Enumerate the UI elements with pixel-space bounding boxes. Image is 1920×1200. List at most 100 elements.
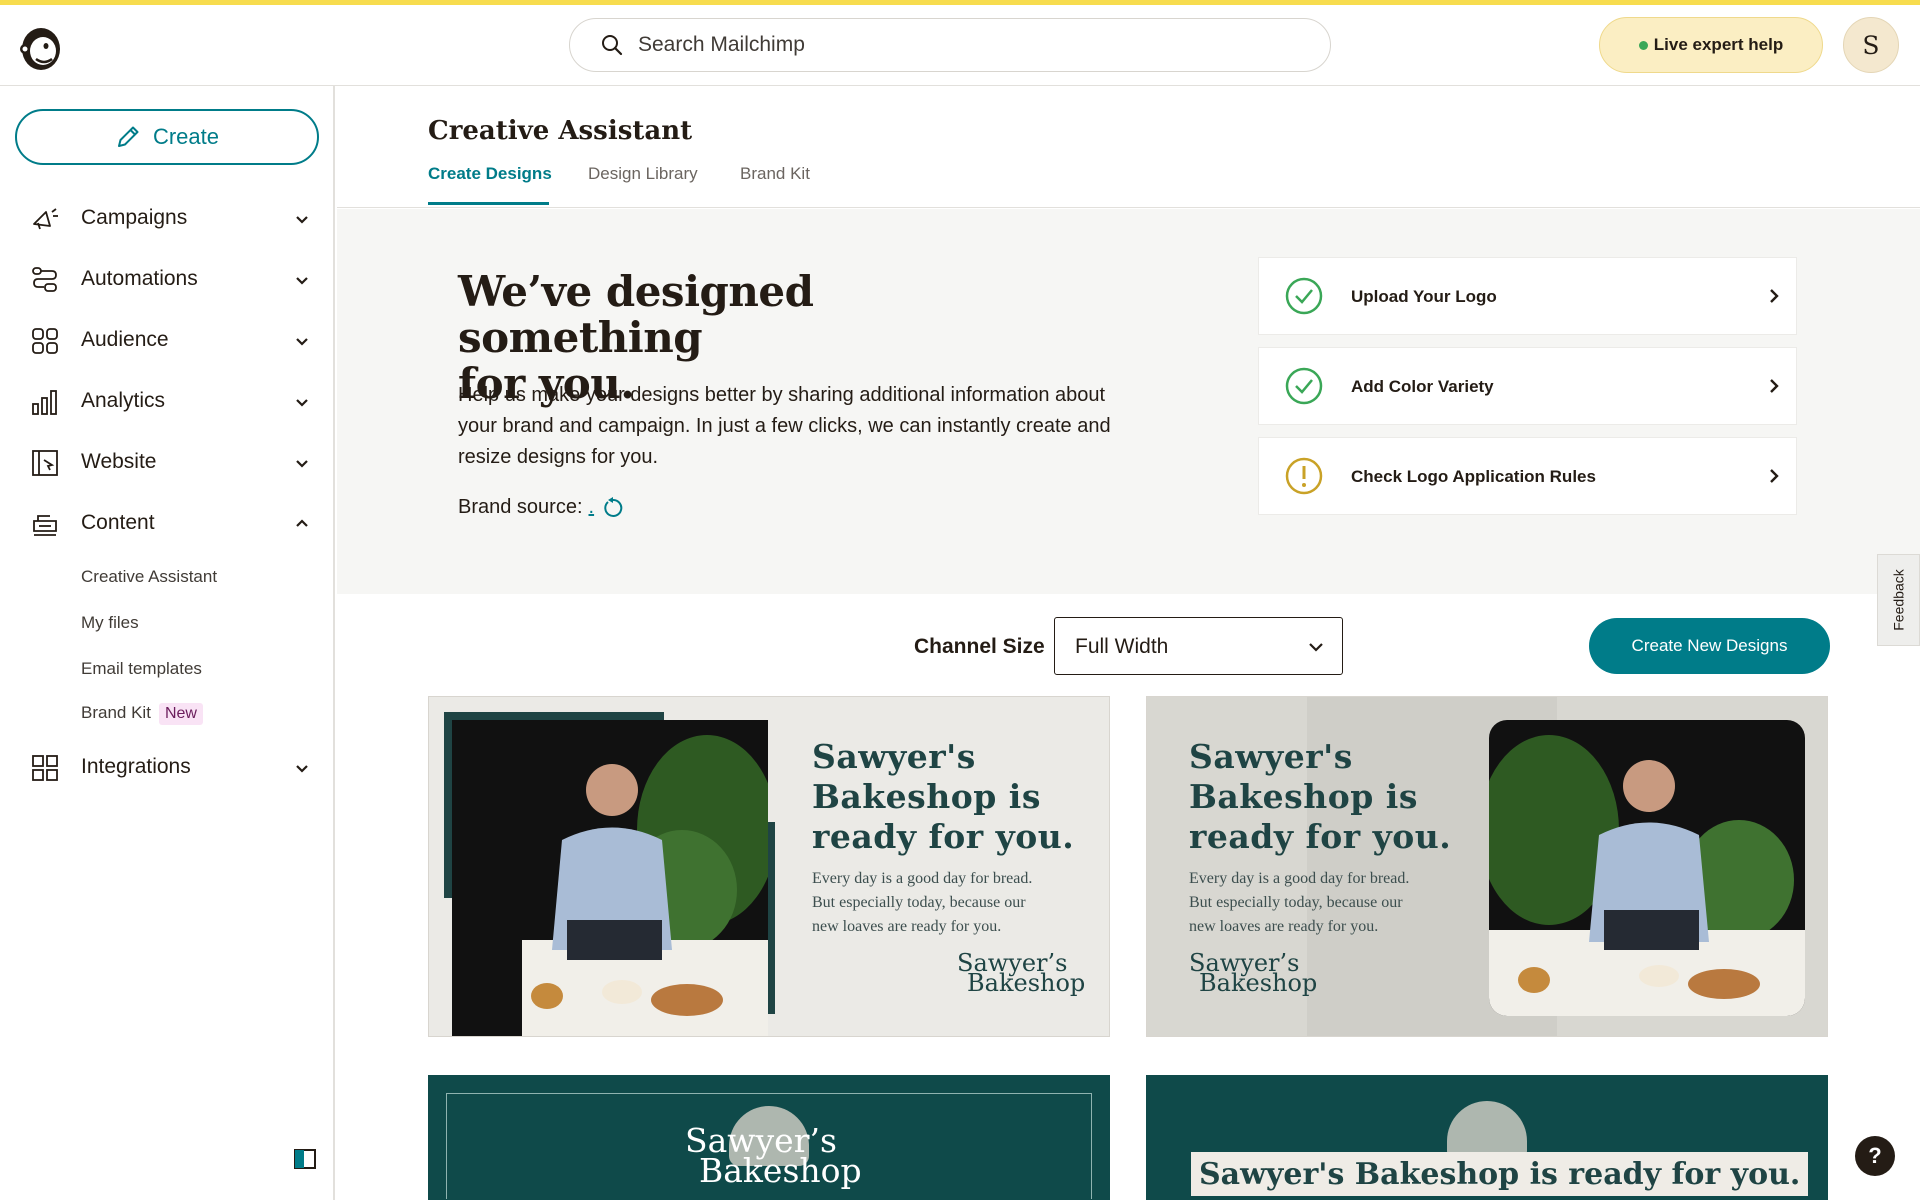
create-new-designs-button[interactable]: Create New Designs bbox=[1589, 618, 1830, 674]
warning-circle-icon bbox=[1285, 457, 1323, 495]
chevron-up-icon bbox=[296, 519, 308, 527]
live-expert-help-label: Live expert help bbox=[1653, 35, 1784, 54]
collapse-sidebar-icon[interactable] bbox=[293, 1147, 317, 1171]
subnav-email-templates[interactable]: Email templates bbox=[81, 659, 202, 679]
brand-signature-logo: Sawyer’s Bakeshop bbox=[957, 951, 1086, 997]
active-tab-indicator bbox=[428, 202, 549, 205]
create-button[interactable]: Create bbox=[15, 109, 319, 165]
check-circle-icon bbox=[1285, 277, 1323, 315]
design-body: Every day is a good day for bread. But e… bbox=[1189, 867, 1474, 939]
subnav-my-files[interactable]: My files bbox=[81, 613, 139, 633]
megaphone-icon bbox=[33, 208, 58, 230]
sidebar-item-analytics[interactable]: Analytics bbox=[0, 373, 333, 429]
body-line: Every day is a good day for bread. bbox=[1189, 870, 1410, 887]
task-upload-logo[interactable]: Upload Your Logo bbox=[1258, 257, 1797, 335]
brand-source-link[interactable]: . bbox=[589, 496, 595, 519]
audience-icon bbox=[32, 328, 58, 354]
sidebar-item-audience[interactable]: Audience bbox=[0, 312, 333, 368]
headline-line: Sawyer's bbox=[1189, 737, 1353, 776]
headline-line: ready for you. bbox=[812, 817, 1075, 856]
chevron-down-icon bbox=[296, 765, 308, 773]
refresh-icon[interactable] bbox=[602, 496, 624, 519]
task-label: Add Color Variety bbox=[1351, 377, 1494, 396]
chevron-down-icon bbox=[296, 216, 308, 224]
sidebar-item-label: Integrations bbox=[81, 755, 191, 778]
tab-create-designs[interactable]: Create Designs bbox=[428, 164, 552, 184]
design-card[interactable]: Sawyer's Bakeshop is ready for you. Ever… bbox=[1146, 696, 1828, 1037]
sidebar-item-campaigns[interactable]: Campaigns bbox=[0, 190, 333, 246]
banner-highlight: Sawyer's Bakeshop is ready for you. bbox=[1191, 1152, 1809, 1196]
sidebar-item-automations[interactable]: Automations bbox=[0, 251, 333, 307]
body-line: new loaves are ready for you. bbox=[1189, 918, 1379, 935]
create-label: Create bbox=[152, 124, 220, 149]
sidebar-item-label: Audience bbox=[81, 328, 169, 351]
tab-design-library[interactable]: Design Library bbox=[588, 164, 698, 184]
top-header: Search Mailchimp Live expert help S bbox=[0, 5, 1920, 86]
channel-size-label: Channel Size bbox=[914, 635, 1045, 658]
online-status-dot bbox=[1638, 40, 1648, 50]
task-add-color-variety[interactable]: Add Color Variety bbox=[1258, 347, 1797, 425]
search-input[interactable]: Search Mailchimp bbox=[569, 18, 1331, 72]
brand-source: Brand source: . bbox=[458, 496, 624, 519]
help-question-button[interactable]: ? bbox=[1855, 1136, 1895, 1176]
subnav-creative-assistant[interactable]: Creative Assistant bbox=[81, 567, 217, 587]
signature-line: Bakeshop bbox=[699, 1151, 862, 1190]
brand-signature-logo: Sawyer’s Bakeshop bbox=[685, 1124, 862, 1190]
mailchimp-logo-icon[interactable] bbox=[16, 19, 66, 75]
sidebar-item-label: Analytics bbox=[81, 389, 166, 412]
design-headline: Sawyer's Bakeshop is ready for you. bbox=[812, 737, 1097, 857]
live-expert-help-button[interactable]: Live expert help bbox=[1599, 17, 1823, 73]
chevron-right-icon bbox=[1770, 289, 1779, 303]
hero-panel: We’ve designed something for you. Help u… bbox=[337, 209, 1920, 594]
headline-line: ready for you. bbox=[1189, 817, 1452, 856]
sidebar-item-label: Automations bbox=[81, 267, 198, 290]
body-line: But especially today, because our bbox=[1189, 894, 1403, 911]
new-badge: New bbox=[158, 703, 203, 725]
content-icon bbox=[33, 515, 57, 536]
body-line: Every day is a good day for bread. bbox=[812, 870, 1033, 887]
brand-source-label: Brand source: bbox=[458, 496, 583, 518]
website-icon bbox=[32, 450, 58, 476]
chevron-down-icon bbox=[296, 277, 308, 285]
chevron-down-icon bbox=[296, 399, 308, 407]
pencil-icon bbox=[117, 126, 139, 147]
task-check-logo-rules[interactable]: Check Logo Application Rules bbox=[1258, 437, 1797, 515]
channel-size-value: Full Width bbox=[1075, 635, 1169, 658]
design-card[interactable]: Sawyer's Bakeshop is ready for you. bbox=[1146, 1075, 1828, 1200]
page-header: Creative Assistant Create Designs Design… bbox=[337, 86, 1920, 208]
chevron-down-icon bbox=[1309, 643, 1323, 652]
feedback-label: Feedback bbox=[1890, 569, 1907, 631]
automations-icon bbox=[32, 267, 57, 292]
headline-line: Bakeshop is bbox=[812, 777, 1041, 816]
design-card[interactable]: Sawyer’s Bakeshop bbox=[428, 1075, 1110, 1200]
sidebar-item-content[interactable]: Content bbox=[0, 495, 333, 551]
subnav-brand-kit-label: Brand Kit bbox=[81, 703, 151, 722]
chevron-right-icon bbox=[1770, 469, 1779, 483]
sidebar-item-label: Content bbox=[81, 511, 155, 534]
design-card-copy: Sawyer's Bakeshop is ready for you. Ever… bbox=[812, 737, 1097, 939]
baker-photo bbox=[452, 720, 768, 1036]
design-headline: Sawyer's Bakeshop is ready for you. bbox=[1189, 737, 1474, 857]
main-content: Creative Assistant Create Designs Design… bbox=[337, 86, 1920, 1200]
sidebar-item-website[interactable]: Website bbox=[0, 434, 333, 490]
feedback-tab[interactable]: Feedback bbox=[1877, 554, 1920, 646]
task-label: Upload Your Logo bbox=[1351, 287, 1497, 306]
task-label: Check Logo Application Rules bbox=[1351, 467, 1596, 486]
subnav-brand-kit[interactable]: Brand Kit New bbox=[81, 703, 203, 725]
headline-line: Bakeshop is bbox=[1189, 777, 1418, 816]
banner-text: Sawyer's Bakeshop is ready for you. bbox=[1199, 1156, 1801, 1192]
bar-chart-icon bbox=[32, 390, 57, 415]
design-body: Every day is a good day for bread. But e… bbox=[812, 867, 1097, 939]
search-icon bbox=[602, 35, 623, 56]
channel-size-select[interactable]: Full Width bbox=[1054, 617, 1343, 675]
design-card-copy: Sawyer's Bakeshop is ready for you. Ever… bbox=[1189, 737, 1474, 939]
hero-title-line1: We’ve designed something bbox=[458, 267, 814, 362]
design-card[interactable]: Sawyer's Bakeshop is ready for you. Ever… bbox=[428, 696, 1110, 1037]
search-placeholder: Search Mailchimp bbox=[638, 33, 805, 56]
chevron-down-icon bbox=[296, 338, 308, 346]
tab-brand-kit[interactable]: Brand Kit bbox=[740, 164, 810, 184]
signature-line: Bakeshop bbox=[967, 969, 1086, 997]
sidebar-item-integrations[interactable]: Integrations bbox=[0, 739, 333, 795]
account-avatar[interactable]: S bbox=[1843, 17, 1899, 73]
check-circle-icon bbox=[1285, 367, 1323, 405]
